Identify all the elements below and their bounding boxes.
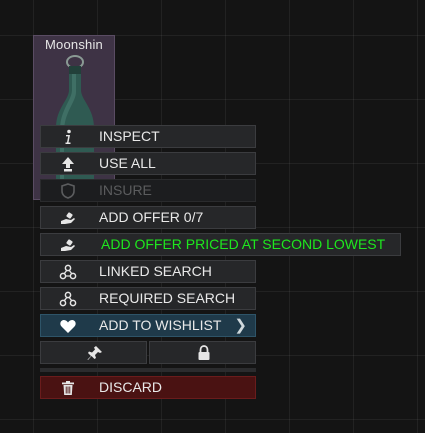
lock-icon [198,345,210,360]
menu-item-label: ADD TO WISHLIST [99,317,222,333]
upload-arrow-icon [62,157,74,172]
hand-offer-icon [61,212,75,224]
lock-button[interactable] [149,341,256,364]
menu-item-label: INSPECT [99,128,160,144]
menu-item-linked-search[interactable]: LINKED SEARCH [40,260,256,283]
heart-icon [60,319,76,333]
menu-item-label: LINKED SEARCH [99,263,212,279]
menu-item-discard[interactable]: DISCARD [40,376,256,399]
menu-divider [40,368,256,372]
item-name: Moonshin [45,37,103,52]
menu-item-label: ADD OFFER 0/7 [99,209,204,225]
menu-item-label: DISCARD [99,379,163,395]
shield-icon [61,183,75,199]
menu-item-label: USE ALL [99,155,156,171]
menu-item-inspect[interactable]: INSPECT [40,125,256,148]
info-icon [65,129,71,144]
menu-item-label: REQUIRED SEARCH [99,290,236,306]
chevron-right-icon: ❯ [234,317,247,334]
menu-item-add-offer[interactable]: ADD OFFER 0/7 [40,206,256,229]
menu-item-add-offer-second-lowest[interactable]: ADD OFFER PRICED AT SECOND LOWEST [40,233,401,256]
linked-nodes-icon [59,264,77,280]
menu-item-label: ADD OFFER PRICED AT SECOND LOWEST [101,236,386,252]
pin-icon [87,346,102,360]
menu-item-label: INSURE [99,182,152,198]
menu-item-add-to-wishlist[interactable]: ADD TO WISHLIST ❯ [40,314,256,337]
pin-button[interactable] [40,341,147,364]
item-slot-moonshine[interactable]: Moonshin [33,35,115,200]
required-nodes-icon [59,291,77,307]
trash-icon [62,381,74,395]
menu-item-use-all[interactable]: USE ALL [40,152,256,175]
menu-item-required-search[interactable]: REQUIRED SEARCH [40,287,256,310]
hand-offer-icon [61,239,75,251]
menu-item-insure: INSURE [40,179,256,202]
